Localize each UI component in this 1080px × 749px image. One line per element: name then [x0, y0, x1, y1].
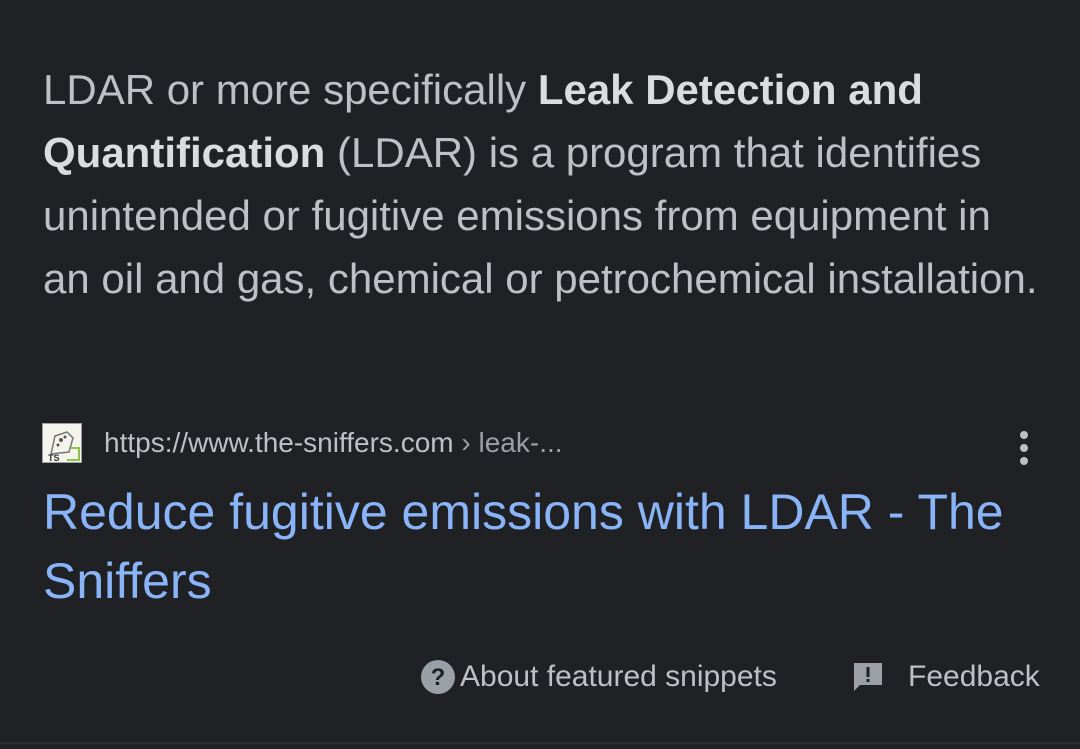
- feedback-button[interactable]: Feedback: [852, 652, 1040, 702]
- divider: [0, 742, 1080, 744]
- url-path: leak-...: [478, 427, 563, 458]
- feedback-label: Feedback: [908, 660, 1040, 693]
- source-url[interactable]: https://www.the-sniffers.com › leak-...: [104, 423, 563, 463]
- featured-snippet-text: LDAR or more specifically Leak Detection…: [43, 58, 1043, 310]
- favicon-text: TS: [48, 453, 60, 463]
- svg-text:?: ?: [431, 664, 446, 691]
- result-title-link[interactable]: Reduce fugitive emissions with LDAR - Th…: [43, 478, 1033, 616]
- about-featured-snippets-label: About featured snippets: [460, 660, 777, 693]
- source-row[interactable]: TS https://www.the-sniffers.com › leak-.…: [42, 422, 1042, 464]
- help-circle-icon: ?: [420, 659, 456, 695]
- url-separator: ›: [453, 427, 479, 458]
- favicon-icon: TS: [42, 423, 82, 463]
- feedback-icon: [852, 661, 884, 693]
- url-domain: https://www.the-sniffers.com: [104, 427, 454, 458]
- about-featured-snippets-button[interactable]: ? About featured snippets: [420, 652, 777, 702]
- more-options-icon[interactable]: [1004, 428, 1044, 468]
- snippet-text-start: LDAR or more specifically: [43, 66, 538, 113]
